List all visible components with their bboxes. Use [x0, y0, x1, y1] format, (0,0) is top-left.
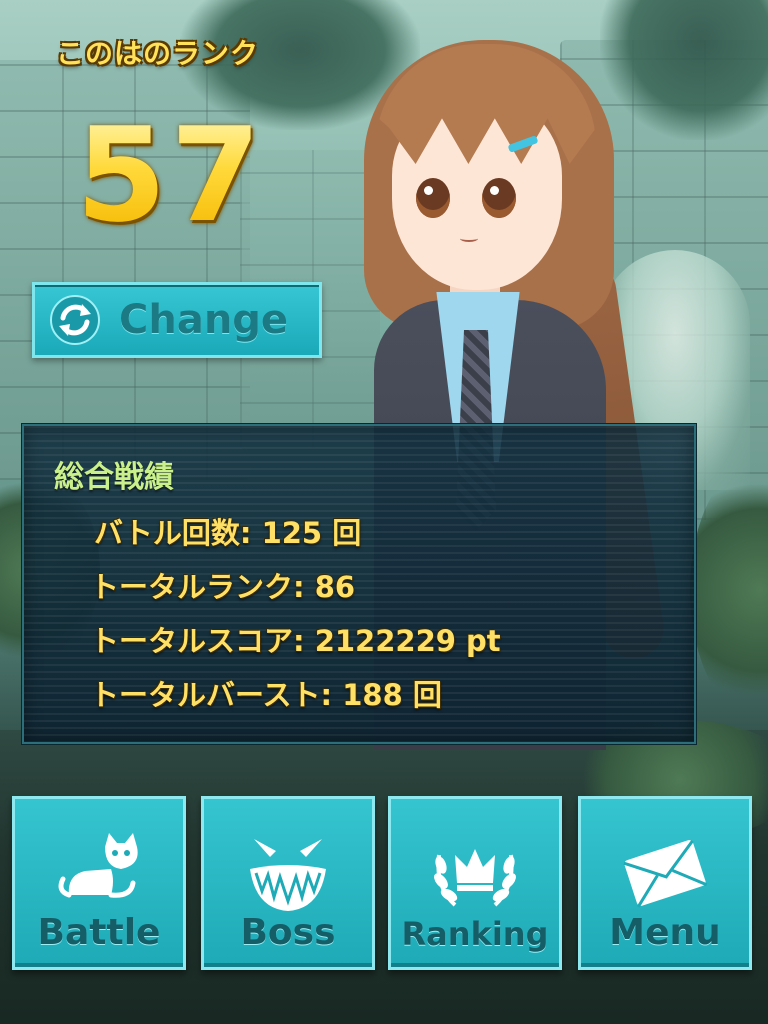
battle-label: Battle: [37, 912, 161, 953]
menu-button[interactable]: Menu: [578, 796, 752, 970]
boss-button[interactable]: Boss: [201, 796, 375, 970]
menu-label: Menu: [609, 912, 721, 953]
rank-value: 57: [76, 99, 265, 251]
bottom-nav: Battle Boss Ranking Menu: [0, 796, 768, 972]
rank-title: このはのランク: [56, 37, 260, 70]
boss-label: Boss: [240, 912, 336, 953]
ranking-label: Ranking: [401, 915, 549, 953]
character-eye: [482, 178, 516, 218]
refresh-icon: [49, 294, 101, 346]
stats-panel: 総合戦績 バトル回数: 125 回 トータルランク: 86 トータルスコア: 2…: [22, 424, 696, 744]
character-mouth: [460, 235, 478, 242]
cat-icon: [51, 821, 147, 917]
battle-button[interactable]: Battle: [12, 796, 186, 970]
envelope-icon: [617, 821, 713, 917]
stat-total-rank: トータルランク: 86: [90, 570, 356, 604]
change-button[interactable]: Change: [32, 282, 322, 358]
crown-laurel-icon: [427, 821, 523, 917]
boss-face-icon: [240, 821, 336, 917]
ranking-button[interactable]: Ranking: [388, 796, 562, 970]
stat-total-burst: トータルバースト: 188 回: [90, 678, 442, 712]
character-eye: [416, 178, 450, 218]
stats-title: 総合戦績: [54, 460, 174, 495]
stat-battle-count: バトル回数: 125 回: [94, 516, 362, 550]
change-button-label: Change: [119, 297, 289, 343]
stat-total-score: トータルスコア: 2122229 pt: [90, 624, 501, 658]
